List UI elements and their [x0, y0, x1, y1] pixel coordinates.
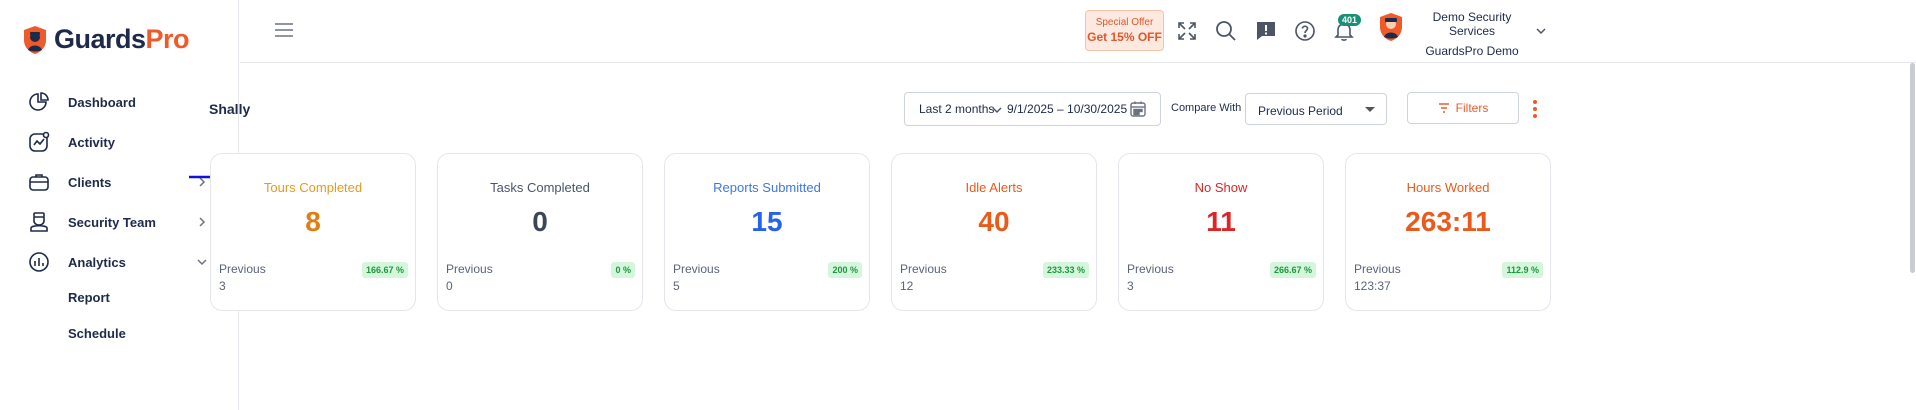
filters-label: Filters: [1455, 101, 1489, 115]
avatar[interactable]: [1378, 12, 1404, 42]
pie-chart-icon: [29, 92, 49, 111]
kpi-title: Tasks Completed: [490, 180, 590, 195]
chevron-down-icon: [197, 259, 207, 266]
kpi-card-hours-worked[interactable]: Hours Worked 263:11 Previous 123:37 112.…: [1345, 153, 1551, 311]
help-icon[interactable]: [1293, 19, 1317, 43]
kpi-change-badge: 166.67 %: [361, 262, 408, 278]
sidebar-subitem-report[interactable]: Report: [0, 280, 239, 314]
compare-with-select[interactable]: Previous Period: [1245, 93, 1387, 125]
kpi-value: 40: [978, 206, 1010, 237]
date-preset: Last 2 months: [919, 102, 995, 116]
logo-text-pro: Pro: [145, 24, 190, 54]
logo[interactable]: GuardsPro: [22, 24, 190, 55]
sidebar-item-label: Clients: [68, 174, 112, 190]
kpi-value: 8: [305, 206, 321, 237]
kpi-title: No Show: [1194, 180, 1248, 195]
kpi-title: Hours Worked: [1406, 180, 1490, 195]
topbar: [240, 0, 1916, 63]
sidebar-item-label: Analytics: [68, 254, 126, 270]
org-switcher[interactable]: Demo Security Services GuardsPro Demo: [1414, 10, 1530, 58]
kpi-title: Tours Completed: [263, 180, 363, 195]
sidebar-item-security-team[interactable]: Security Team: [0, 202, 239, 242]
hamburger-menu-icon[interactable]: [274, 22, 294, 38]
kpi-previous-value: 12: [900, 279, 914, 293]
sidebar: GuardsPro Dashboard Activity Clients Sec…: [0, 0, 239, 410]
sidebar-item-dashboard[interactable]: Dashboard: [0, 82, 239, 122]
chevron-down-icon: [992, 107, 1002, 113]
sidebar-subitem-label: Report: [68, 289, 110, 305]
kpi-card-no-show[interactable]: No Show 11 Previous 3 266.67 %: [1118, 153, 1324, 311]
more-options-icon[interactable]: [1530, 99, 1540, 119]
offer-line2: Get 15% OFF: [1087, 30, 1162, 44]
sidebar-subitem-schedule[interactable]: Schedule: [0, 316, 239, 350]
kpi-value: 15: [751, 206, 783, 237]
date-range-value: 9/1/2025 – 10/30/2025: [1007, 102, 1128, 116]
kpi-previous-label: Previous: [1354, 262, 1401, 276]
kpi-value: 11: [1206, 206, 1236, 237]
bar-chart-icon: [29, 252, 49, 272]
kpi-change-badge: 0 %: [611, 262, 635, 278]
kpi-previous-label: Previous: [900, 262, 947, 276]
date-range-picker[interactable]: Last 2 months 9/1/2025 – 10/30/2025: [904, 92, 1161, 126]
guard-icon: [30, 212, 48, 232]
kpi-value: 0: [532, 206, 548, 237]
compare-with-label: Compare With: [1171, 102, 1242, 114]
app-root: GuardsPro Dashboard Activity Clients Sec…: [0, 0, 1916, 410]
caret-down-icon: [1365, 107, 1375, 112]
kpi-card-tasks-completed[interactable]: Tasks Completed 0 Previous 0 0 %: [437, 153, 643, 311]
logo-text: GuardsPro: [54, 24, 190, 55]
kpi-title: Idle Alerts: [965, 180, 1023, 195]
sidebar-item-label: Security Team: [68, 214, 156, 230]
kpi-previous-value: 3: [219, 279, 226, 293]
search-icon[interactable]: [1214, 19, 1238, 43]
filter-icon: [1438, 103, 1449, 113]
calendar-icon[interactable]: [1129, 100, 1147, 118]
kpi-change-badge: 200 %: [828, 262, 862, 278]
special-offer-button[interactable]: Special Offer Get 15% OFF: [1085, 10, 1164, 51]
kpi-previous-label: Previous: [219, 262, 266, 276]
logo-text-guards: Guards: [54, 24, 146, 54]
activity-icon: [29, 131, 50, 152]
kpi-previous-value: 123:37: [1354, 279, 1391, 293]
kpi-previous-value: 5: [673, 279, 680, 293]
kpi-change-badge: 266.67 %: [1269, 262, 1316, 278]
kpi-card-idle-alerts[interactable]: Idle Alerts 40 Previous 12 233.33 %: [891, 153, 1097, 311]
sidebar-item-analytics[interactable]: Analytics: [0, 242, 239, 282]
kpi-card-tours-completed[interactable]: Tours Completed 8 Previous 3 166.67 %: [210, 153, 416, 311]
scrollbar-thumb[interactable]: [1910, 63, 1915, 273]
filters-button[interactable]: Filters: [1407, 92, 1519, 124]
feedback-icon[interactable]: [1254, 19, 1278, 43]
sidebar-item-activity[interactable]: Activity: [0, 122, 239, 162]
compare-with-value: Previous Period: [1258, 104, 1343, 118]
chevron-right-icon: [199, 217, 206, 227]
kpi-change-badge: 233.33 %: [1042, 262, 1089, 278]
offer-line1: Special Offer: [1095, 17, 1154, 28]
org-sub: GuardsPro Demo: [1425, 44, 1519, 58]
sidebar-subitem-label: Schedule: [68, 325, 126, 341]
kpi-previous-label: Previous: [1127, 262, 1174, 276]
chevron-down-icon[interactable]: [1535, 25, 1547, 37]
sidebar-item-label: Dashboard: [68, 94, 136, 110]
shield-logo-icon: [24, 25, 46, 54]
kpi-change-badge: 112.9 %: [1502, 262, 1543, 278]
kpi-previous-label: Previous: [673, 262, 720, 276]
page-title: Shally: [209, 101, 251, 117]
org-name: Demo Security Services: [1432, 10, 1512, 38]
kpi-previous-value: 3: [1127, 279, 1134, 293]
notification-count-badge: 401: [1338, 14, 1362, 26]
kpi-card-reports-submitted[interactable]: Reports Submitted 15 Previous 5 200 %: [664, 153, 870, 311]
briefcase-icon: [29, 174, 49, 191]
kpi-previous-label: Previous: [446, 262, 493, 276]
sidebar-item-label: Activity: [68, 134, 115, 150]
kpi-previous-value: 0: [446, 279, 453, 293]
kpi-title: Reports Submitted: [713, 180, 821, 195]
fullscreen-icon[interactable]: [1175, 19, 1199, 43]
kpi-value: 263:11: [1405, 206, 1491, 237]
